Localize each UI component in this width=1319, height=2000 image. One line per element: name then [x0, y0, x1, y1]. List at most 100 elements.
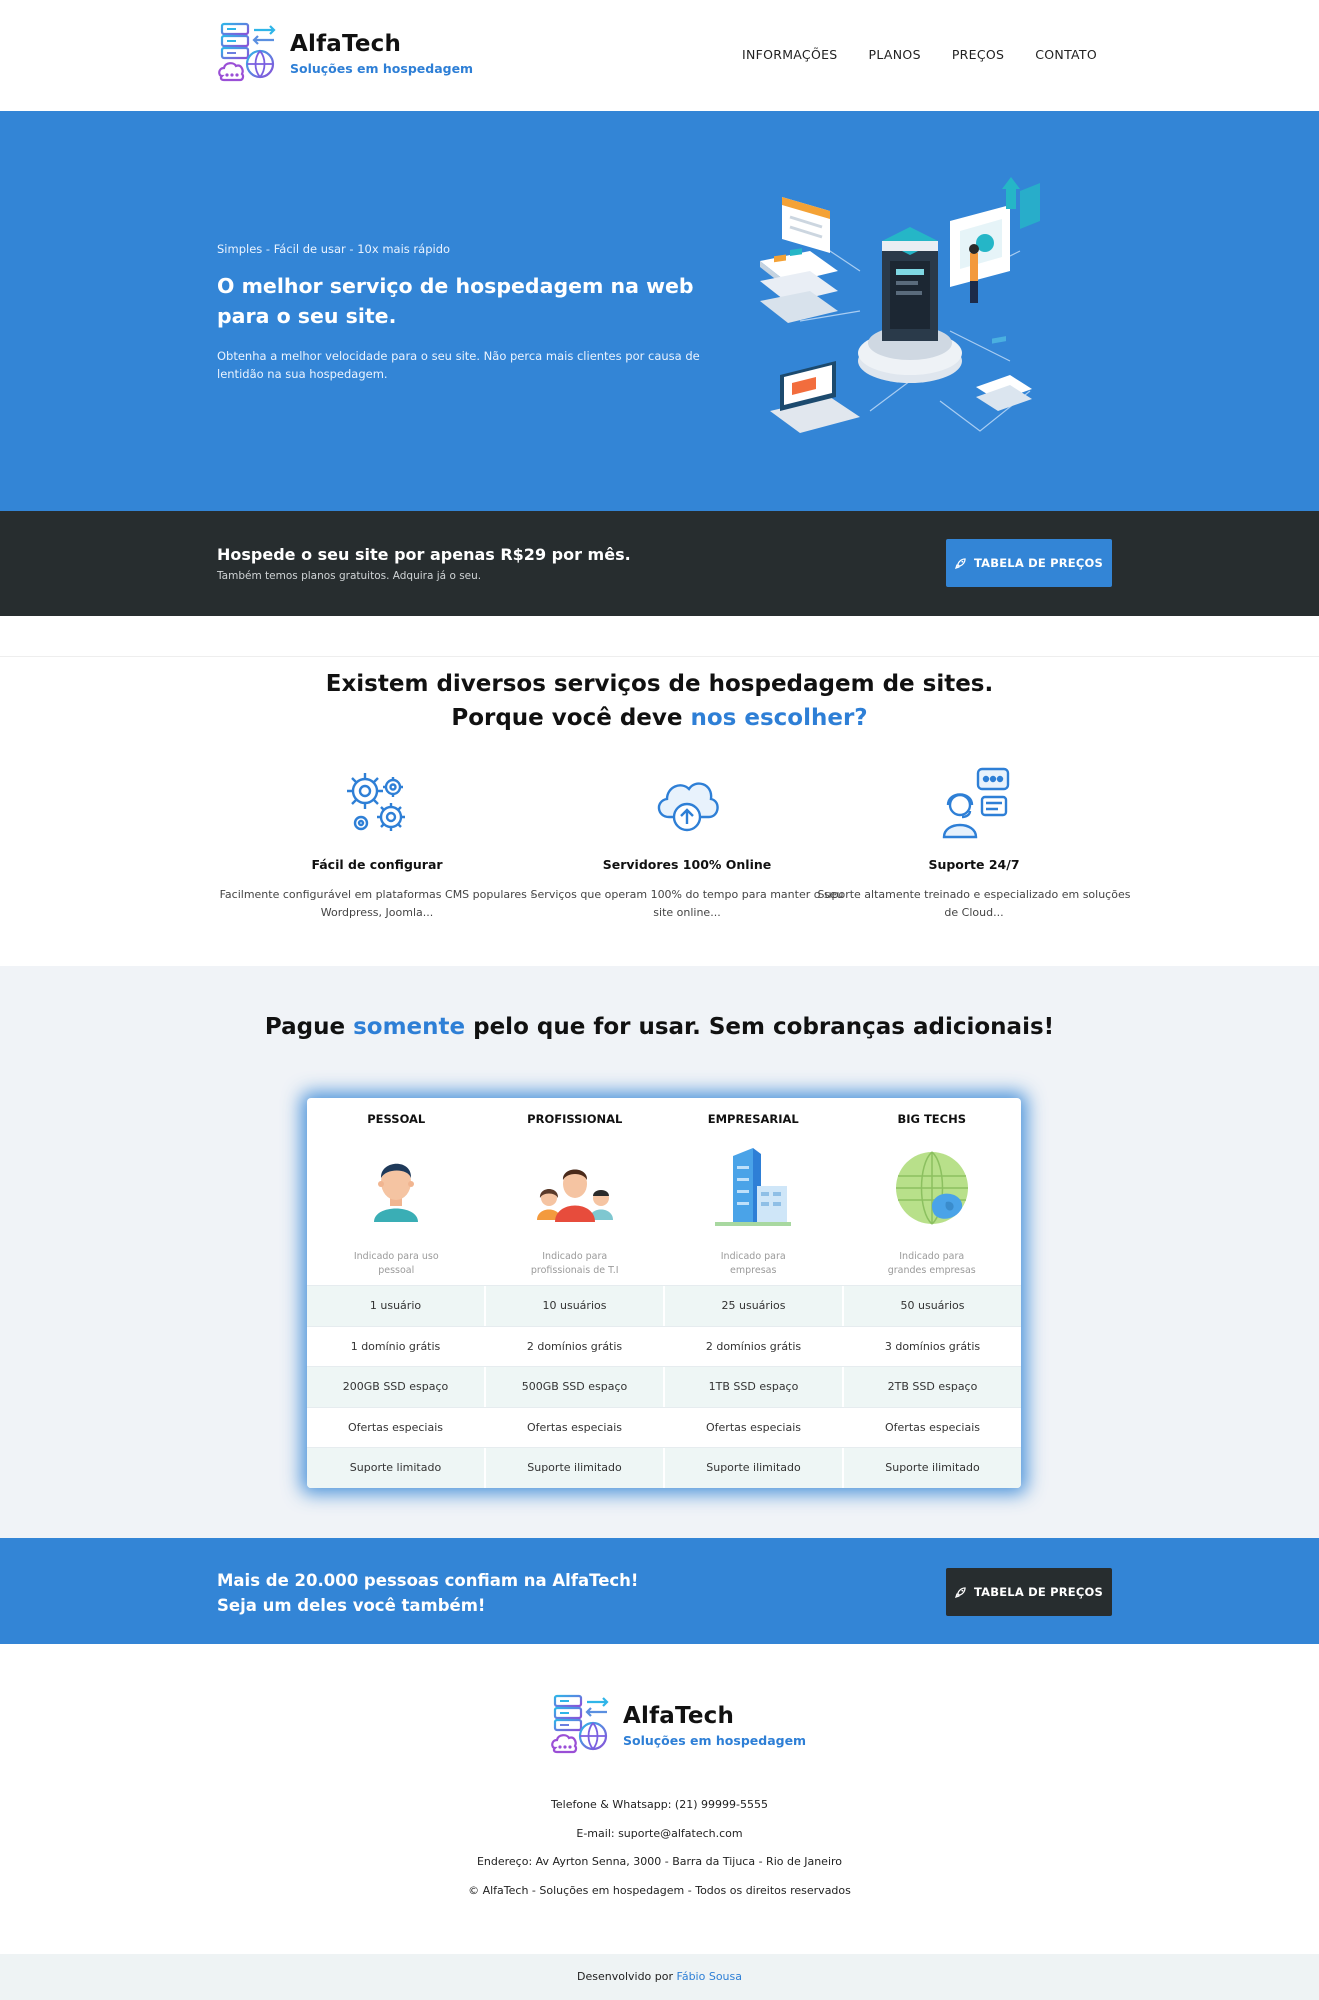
table-cell: 1TB SSD espaço: [665, 1367, 844, 1407]
table-cell: Ofertas especiais: [665, 1407, 844, 1447]
plan-column-profissional[interactable]: PROFISSIONAL Indicado para profissionais…: [486, 1098, 665, 1285]
table-row-users: 1 usuário 10 usuários 25 usuários 50 usu…: [307, 1285, 1021, 1326]
person-avatar-icon: [374, 1163, 419, 1222]
table-cell: Suporte ilimitado: [665, 1448, 844, 1488]
hero-tagline: Simples - Fácil de usar - 10x mais rápid…: [217, 242, 451, 256]
building-icon: [715, 1148, 792, 1226]
pricing-heading-prefix: Pague: [264, 1014, 354, 1040]
table-cell: Suporte ilimitado: [486, 1448, 665, 1488]
footer-brand-name: AlfaTech: [623, 1702, 735, 1729]
table-cell: 3 domínios grátis: [884, 1339, 981, 1353]
support-agent-icon: [942, 767, 1010, 839]
server-cloud-logo-icon: [218, 22, 276, 82]
hero-description: Obtenha a melhor velocidade para o seu s…: [217, 349, 700, 381]
plan-column-empresarial[interactable]: EMPRESARIAL Indicado para empresas: [664, 1098, 843, 1285]
footer-address: Endereço: Av Ayrton Senna, 3000 - Barra …: [476, 1855, 843, 1868]
price-table-button-label: TABELA DE PREÇOS: [974, 1585, 1103, 1599]
feature-description: Suporte altamente treinado e especializa…: [817, 888, 1131, 919]
table-cell: Suporte ilimitado: [885, 1461, 980, 1475]
footer-email[interactable]: E-mail: suporte@alfatech.com: [0, 1820, 1319, 1849]
trust-banner: Mais de 20.000 pessoas confiam na AlfaTe…: [0, 1538, 1319, 1644]
plan-hint: Indicado para empresas: [720, 1251, 786, 1276]
pricing-heading-suffix: pelo que for usar. Sem cobranças adicion…: [465, 1014, 1055, 1040]
table-cell: Suporte limitado: [307, 1448, 486, 1488]
table-cell: 50 usuários: [900, 1299, 965, 1313]
plan-hint: Indicado para profissionais de T.I: [530, 1251, 619, 1276]
feature-description: Facilmente configurável em plataformas C…: [219, 888, 535, 919]
plan-column-big-techs[interactable]: BIG TECHS Indicado para grandes empresas: [843, 1098, 1022, 1285]
rocket-icon: [955, 557, 966, 569]
nav-item-precos[interactable]: PREÇOS: [952, 47, 1004, 62]
trust-banner-line2: Seja um deles você também!: [217, 1596, 486, 1615]
table-cell: 2 domínios grátis: [486, 1326, 665, 1366]
table-cell: 1 domínio grátis: [307, 1326, 486, 1366]
footer-brand-tagline: Soluções em hospedagem: [623, 1732, 807, 1748]
footer-logo[interactable]: AlfaTech Soluções em hospedagem: [549, 1692, 806, 1758]
nav-item-planos[interactable]: PLANOS: [869, 47, 921, 62]
brand-logo[interactable]: AlfaTech Soluções em hospedagem: [216, 20, 473, 86]
site-header: AlfaTech Soluções em hospedagem INFORMAÇ…: [0, 0, 1319, 111]
nav-item-contato[interactable]: CONTATO: [1035, 47, 1097, 62]
footer-copyright: © AlfaTech - Soluções em hospedagem - To…: [468, 1883, 851, 1897]
trust-banner-title: Mais de 20.000 pessoas confiam na AlfaTe…: [217, 1568, 638, 1618]
cloud-upload-icon: [657, 782, 719, 832]
promo-title: Hospede o seu site por apenas R$29 por m…: [217, 545, 631, 564]
plan-hint: Indicado para grandes empresas: [887, 1251, 976, 1276]
table-row-offers: Ofertas especiais Ofertas especiais Ofer…: [307, 1406, 1021, 1447]
hosting-illustration: [760, 177, 1040, 433]
price-table-button[interactable]: TABELA DE PREÇOS: [946, 539, 1112, 587]
promo-subtitle: Também temos planos gratuitos. Adquira j…: [217, 570, 482, 582]
table-cell: 200GB SSD espaço: [307, 1367, 486, 1407]
feature-title: Suporte 24/7: [928, 857, 1020, 872]
plan-name: PROFISSIONAL: [527, 1112, 623, 1126]
rocket-icon: [955, 1586, 966, 1598]
pricing-table: PESSOAL Indicado para uso pessoal PROFIS…: [307, 1098, 1021, 1488]
trust-banner-line1: Mais de 20.000 pessoas confiam na AlfaTe…: [217, 1571, 639, 1590]
credit-prefix: Desenvolvido por: [577, 1970, 677, 1983]
server-cloud-logo-icon: [551, 1694, 609, 1754]
pricing-heading-highlight: somente: [353, 1014, 466, 1040]
table-row-support: Suporte limitado Suporte ilimitado Supor…: [307, 1447, 1021, 1488]
hero-section: Simples - Fácil de usar - 10x mais rápid…: [0, 111, 1319, 511]
credit-author-link[interactable]: Fábio Sousa: [677, 1970, 742, 1983]
promo-banner: Hospede o seu site por apenas R$29 por m…: [0, 511, 1319, 616]
price-table-button-secondary[interactable]: TABELA DE PREÇOS: [946, 1568, 1112, 1616]
features-heading-line1: Existem diversos serviços de hospedagem …: [325, 671, 994, 697]
table-cell: 2TB SSD espaço: [887, 1380, 978, 1394]
site-footer: AlfaTech Soluções em hospedagem Telefone…: [0, 1644, 1319, 1954]
features-heading-line2-prefix: Porque você deve: [451, 705, 691, 731]
table-cell: 25 usuários: [665, 1286, 844, 1326]
gears-icon: [347, 773, 405, 831]
feature-item-support: Suporte 24/7 Suporte altamente treinado …: [804, 767, 1144, 922]
plan-hint: Indicado para uso pessoal: [353, 1251, 439, 1276]
price-table-button-label: TABELA DE PREÇOS: [974, 556, 1103, 570]
table-cell: 1 usuário: [307, 1286, 486, 1326]
feature-item-easy-setup: Fácil de configurar Facilmente configurá…: [207, 767, 547, 922]
nav-item-informacoes[interactable]: INFORMAÇÕES: [742, 47, 838, 62]
plan-column-pessoal[interactable]: PESSOAL Indicado para uso pessoal: [307, 1098, 486, 1285]
brand-tagline: Soluções em hospedagem: [290, 60, 474, 76]
developer-credit-bar: Desenvolvido por Fábio Sousa: [0, 1954, 1319, 2000]
table-row-domains: 1 domínio grátis 2 domínios grátis 2 dom…: [307, 1325, 1021, 1366]
table-cell: 500GB SSD espaço: [486, 1367, 665, 1407]
table-cell: Ofertas especiais: [307, 1407, 486, 1447]
plan-name: PESSOAL: [367, 1112, 426, 1126]
plan-name: EMPRESARIAL: [707, 1112, 799, 1126]
table-row-storage: 200GB SSD espaço 500GB SSD espaço 1TB SS…: [307, 1366, 1021, 1407]
team-icon: [536, 1169, 613, 1222]
features-section: Existem diversos serviços de hospedagem …: [0, 656, 1319, 966]
features-heading: Existem diversos serviços de hospedagem …: [0, 667, 1319, 735]
pricing-section: Pague somente pelo que for usar. Sem cob…: [0, 966, 1319, 1538]
footer-phone: Telefone & Whatsapp: (21) 99999-5555: [551, 1798, 768, 1811]
features-heading-highlight: nos escolher?: [690, 705, 868, 731]
table-cell: 10 usuários: [486, 1286, 665, 1326]
table-cell: 2 domínios grátis: [665, 1326, 844, 1366]
plan-headers: PESSOAL Indicado para uso pessoal PROFIS…: [307, 1098, 1021, 1285]
main-nav: INFORMAÇÕES PLANOS PREÇOS CONTATO: [742, 47, 1097, 62]
feature-title: Fácil de configurar: [311, 857, 443, 872]
table-cell: Ofertas especiais: [885, 1420, 980, 1434]
pricing-heading: Pague somente pelo que for usar. Sem cob…: [0, 1014, 1319, 1040]
hero-title: O melhor serviço de hospedagem na web pa…: [217, 274, 694, 328]
brand-name: AlfaTech: [290, 30, 402, 57]
table-cell: Ofertas especiais: [486, 1407, 665, 1447]
